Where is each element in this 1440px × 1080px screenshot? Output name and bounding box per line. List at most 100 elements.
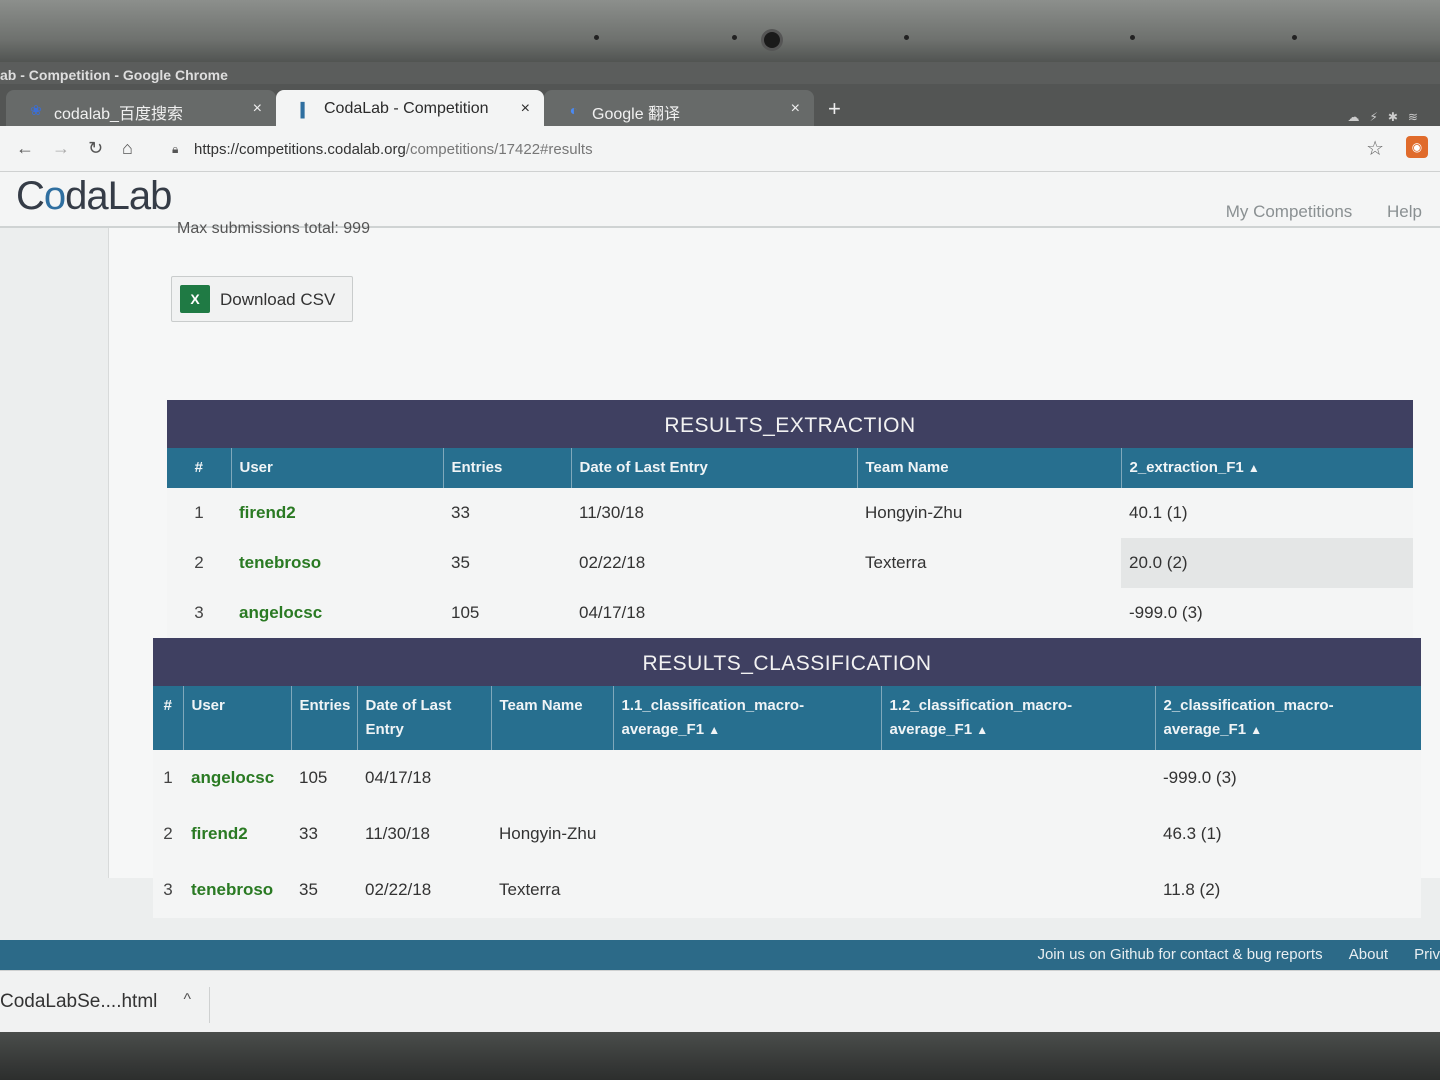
row-team: Hongyin-Zhu — [499, 824, 597, 843]
site-footer: Join us on Github for contact & bug repo… — [0, 940, 1440, 970]
row-rank: 3 — [194, 603, 204, 622]
download-filename: CodaLabSe....html — [0, 991, 158, 1012]
close-icon[interactable]: × — [791, 100, 800, 118]
nav-help[interactable]: Help — [1387, 202, 1422, 221]
row-date: 11/30/18 — [365, 824, 430, 843]
tab-label: CodaLab - Competition — [324, 100, 489, 117]
row-user[interactable]: angelocsc — [231, 588, 443, 638]
tab-label: Google 翻译 — [592, 106, 681, 123]
row-team — [491, 750, 613, 806]
close-icon[interactable]: × — [253, 100, 262, 118]
row-score: 20.0 (2) — [1121, 538, 1413, 588]
bezel-dot — [732, 35, 737, 40]
sort-asc-icon: ▲ — [708, 723, 721, 737]
sort-asc-icon: ▲ — [1250, 723, 1263, 737]
results-classification-table: RESULTS_CLASSIFICATION # User Entries Da… — [153, 638, 1421, 918]
laptop-bezel-top — [0, 0, 1440, 66]
tab-codalab[interactable]: ▍ CodaLab - Competition × — [276, 90, 544, 128]
col-score-1-1[interactable]: 1.1_classification_macro-average_F1 ▲ — [612, 686, 881, 750]
sort-asc-icon: ▲ — [976, 723, 989, 737]
new-tab-button[interactable]: + — [828, 96, 841, 122]
screen: ab - Competition - Google Chrome ❀ codal… — [0, 62, 1440, 1032]
footer-github-link[interactable]: Join us on Github for contact & bug repo… — [1037, 946, 1322, 963]
codalab-icon: ▍ — [300, 102, 312, 118]
row-user[interactable]: firend2 — [231, 488, 443, 538]
row-user[interactable]: tenebroso — [231, 538, 443, 588]
results-extraction-table: RESULTS_EXTRACTION # User Entries Date o… — [167, 400, 1413, 638]
excel-icon: X — [180, 285, 210, 313]
col-score-2[interactable]: 2_classification_macro-average_F1 ▲ — [1154, 686, 1421, 750]
row-user[interactable]: firend2 — [183, 806, 291, 862]
col-team[interactable]: Team Name — [490, 686, 613, 750]
row-score-2: 46.3 (1) — [1163, 824, 1222, 843]
results-classification-title: RESULTS_CLASSIFICATION — [153, 638, 1421, 686]
row-team — [857, 588, 1121, 638]
row-entries: 35 — [451, 553, 470, 572]
chevron-up-icon[interactable]: ^ — [183, 991, 191, 1009]
row-score-1-1 — [613, 862, 881, 918]
table-header-row: # User Entries Date of Last Entry Team N… — [167, 448, 1413, 488]
row-rank: 1 — [163, 768, 173, 787]
table-row: 2 tenebroso 35 02/22/18 Texterra 20.0 (2… — [167, 538, 1413, 588]
back-arrow-icon[interactable]: ← — [16, 138, 34, 159]
row-score-1-1 — [613, 806, 881, 862]
row-user[interactable]: tenebroso — [183, 862, 291, 918]
row-entries: 33 — [299, 824, 318, 843]
row-date: 11/30/18 — [579, 503, 644, 522]
table-row: 3 angelocsc 105 04/17/18 -999.0 (3) — [167, 588, 1413, 638]
row-entries: 33 — [451, 503, 470, 522]
col-score-1-2[interactable]: 1.2_classification_macro-average_F1 ▲ — [880, 686, 1155, 750]
download-csv-button[interactable]: X Download CSV — [171, 276, 353, 322]
table-header-row: # User Entries Date of Last Entry Team N… — [153, 686, 1421, 750]
col-entries[interactable]: Entries — [290, 686, 357, 750]
bezel-dot — [1292, 35, 1297, 40]
row-score-1-1 — [613, 750, 881, 806]
bezel-dot — [904, 35, 909, 40]
table-row: 1 firend2 33 11/30/18 Hongyin-Zhu 40.1 (… — [167, 488, 1413, 538]
home-icon[interactable]: ⌂ — [122, 138, 133, 159]
url-base: https://competitions.codalab.org — [194, 141, 406, 158]
row-entries: 35 — [299, 880, 318, 899]
results-content: Max submissions total: 999 X Download CS… — [108, 220, 1440, 918]
footer-about-link[interactable]: About — [1349, 946, 1388, 963]
row-score: 40.1 (1) — [1129, 503, 1188, 522]
reload-icon[interactable]: ↻ — [88, 138, 103, 159]
row-user[interactable]: angelocsc — [183, 750, 291, 806]
close-icon[interactable]: × — [521, 100, 530, 118]
translate-icon: ◐ — [569, 102, 579, 118]
bookmark-star-icon[interactable]: ☆ — [1366, 136, 1384, 161]
row-date: 04/17/18 — [365, 768, 432, 787]
forward-arrow-icon[interactable]: → — [52, 138, 70, 159]
col-rank[interactable]: # — [153, 686, 183, 750]
col-rank[interactable]: # — [167, 448, 231, 488]
download-item[interactable]: CodaLabSe....html ^ — [0, 987, 210, 1023]
sort-asc-icon: ▲ — [1247, 461, 1260, 475]
tab-baidu[interactable]: ❀ codalab_百度搜索 × — [6, 90, 276, 128]
col-user[interactable]: User — [182, 686, 291, 750]
col-score[interactable]: 2_extraction_F1 ▲ — [1120, 448, 1413, 488]
row-score: -999.0 (3) — [1129, 603, 1203, 622]
col-date[interactable]: Date of Last Entry — [570, 448, 857, 488]
footer-privacy-link[interactable]: Priv — [1414, 946, 1440, 963]
extension-icon[interactable]: ◉ — [1406, 136, 1428, 158]
tab-label: codalab_百度搜索 — [54, 106, 183, 123]
address-bar[interactable]: 🔒︎ https://competitions.codalab.org/comp… — [160, 134, 1360, 164]
results-extraction-title: RESULTS_EXTRACTION — [167, 400, 1413, 448]
window-title-bar: ab - Competition - Google Chrome — [0, 62, 1440, 86]
row-team: Texterra — [865, 553, 927, 572]
col-entries[interactable]: Entries — [442, 448, 571, 488]
paw-icon: ❀ — [30, 102, 42, 118]
bezel-dot — [1130, 35, 1135, 40]
url-path: /competitions/17422#results — [405, 141, 593, 158]
col-user[interactable]: User — [230, 448, 443, 488]
row-team: Texterra — [499, 880, 561, 899]
col-date[interactable]: Date of Last Entry — [356, 686, 491, 750]
row-date: 02/22/18 — [365, 880, 432, 899]
nav-my-competitions[interactable]: My Competitions — [1226, 202, 1353, 221]
col-team[interactable]: Team Name — [856, 448, 1121, 488]
table-row: 3 tenebroso 35 02/22/18 Texterra 11.8 (2… — [153, 862, 1421, 918]
row-score-2: 11.8 (2) — [1163, 880, 1221, 899]
tab-google-translate[interactable]: ◐ Google 翻译 × — [544, 90, 814, 128]
codalab-logo[interactable]: CodaLab — [16, 174, 172, 219]
row-score-2: -999.0 (3) — [1163, 768, 1237, 787]
